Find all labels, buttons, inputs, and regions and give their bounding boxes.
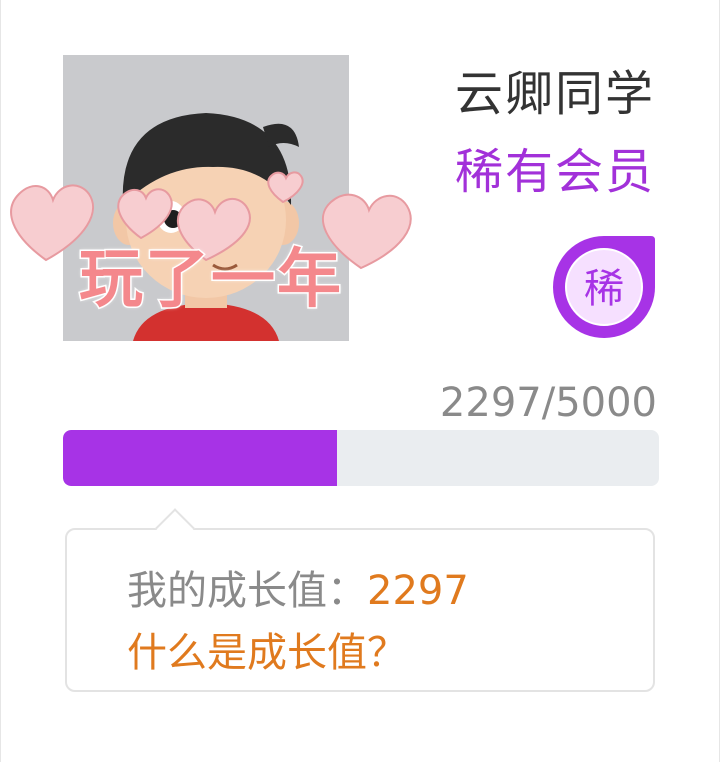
tooltip-arrow [155,508,195,548]
progress-fill [63,430,337,486]
what-is-growth-link[interactable]: 什么是成长值？ [127,620,407,678]
growth-value-line: 我的成长值：2297 [127,558,469,616]
member-tier-label: 稀有会员 [454,144,655,200]
avatar-sticker-text: 玩了一年 [78,242,343,319]
username: 云卿同学 [454,66,655,122]
growth-value: 2297 [367,568,469,614]
member-card: 玩了一年 云卿同学 稀有会员 稀 2297/5000 我的成长值：2297 什么… [0,0,720,762]
rare-member-badge-icon[interactable]: 稀 [549,232,659,340]
progress-text: 2297/5000 [439,380,657,426]
growth-progress-bar [63,430,659,486]
badge-char: 稀 [584,266,624,312]
growth-label: 我的成长值： [127,568,367,614]
growth-tooltip: 我的成长值：2297 什么是成长值？ [65,508,655,692]
